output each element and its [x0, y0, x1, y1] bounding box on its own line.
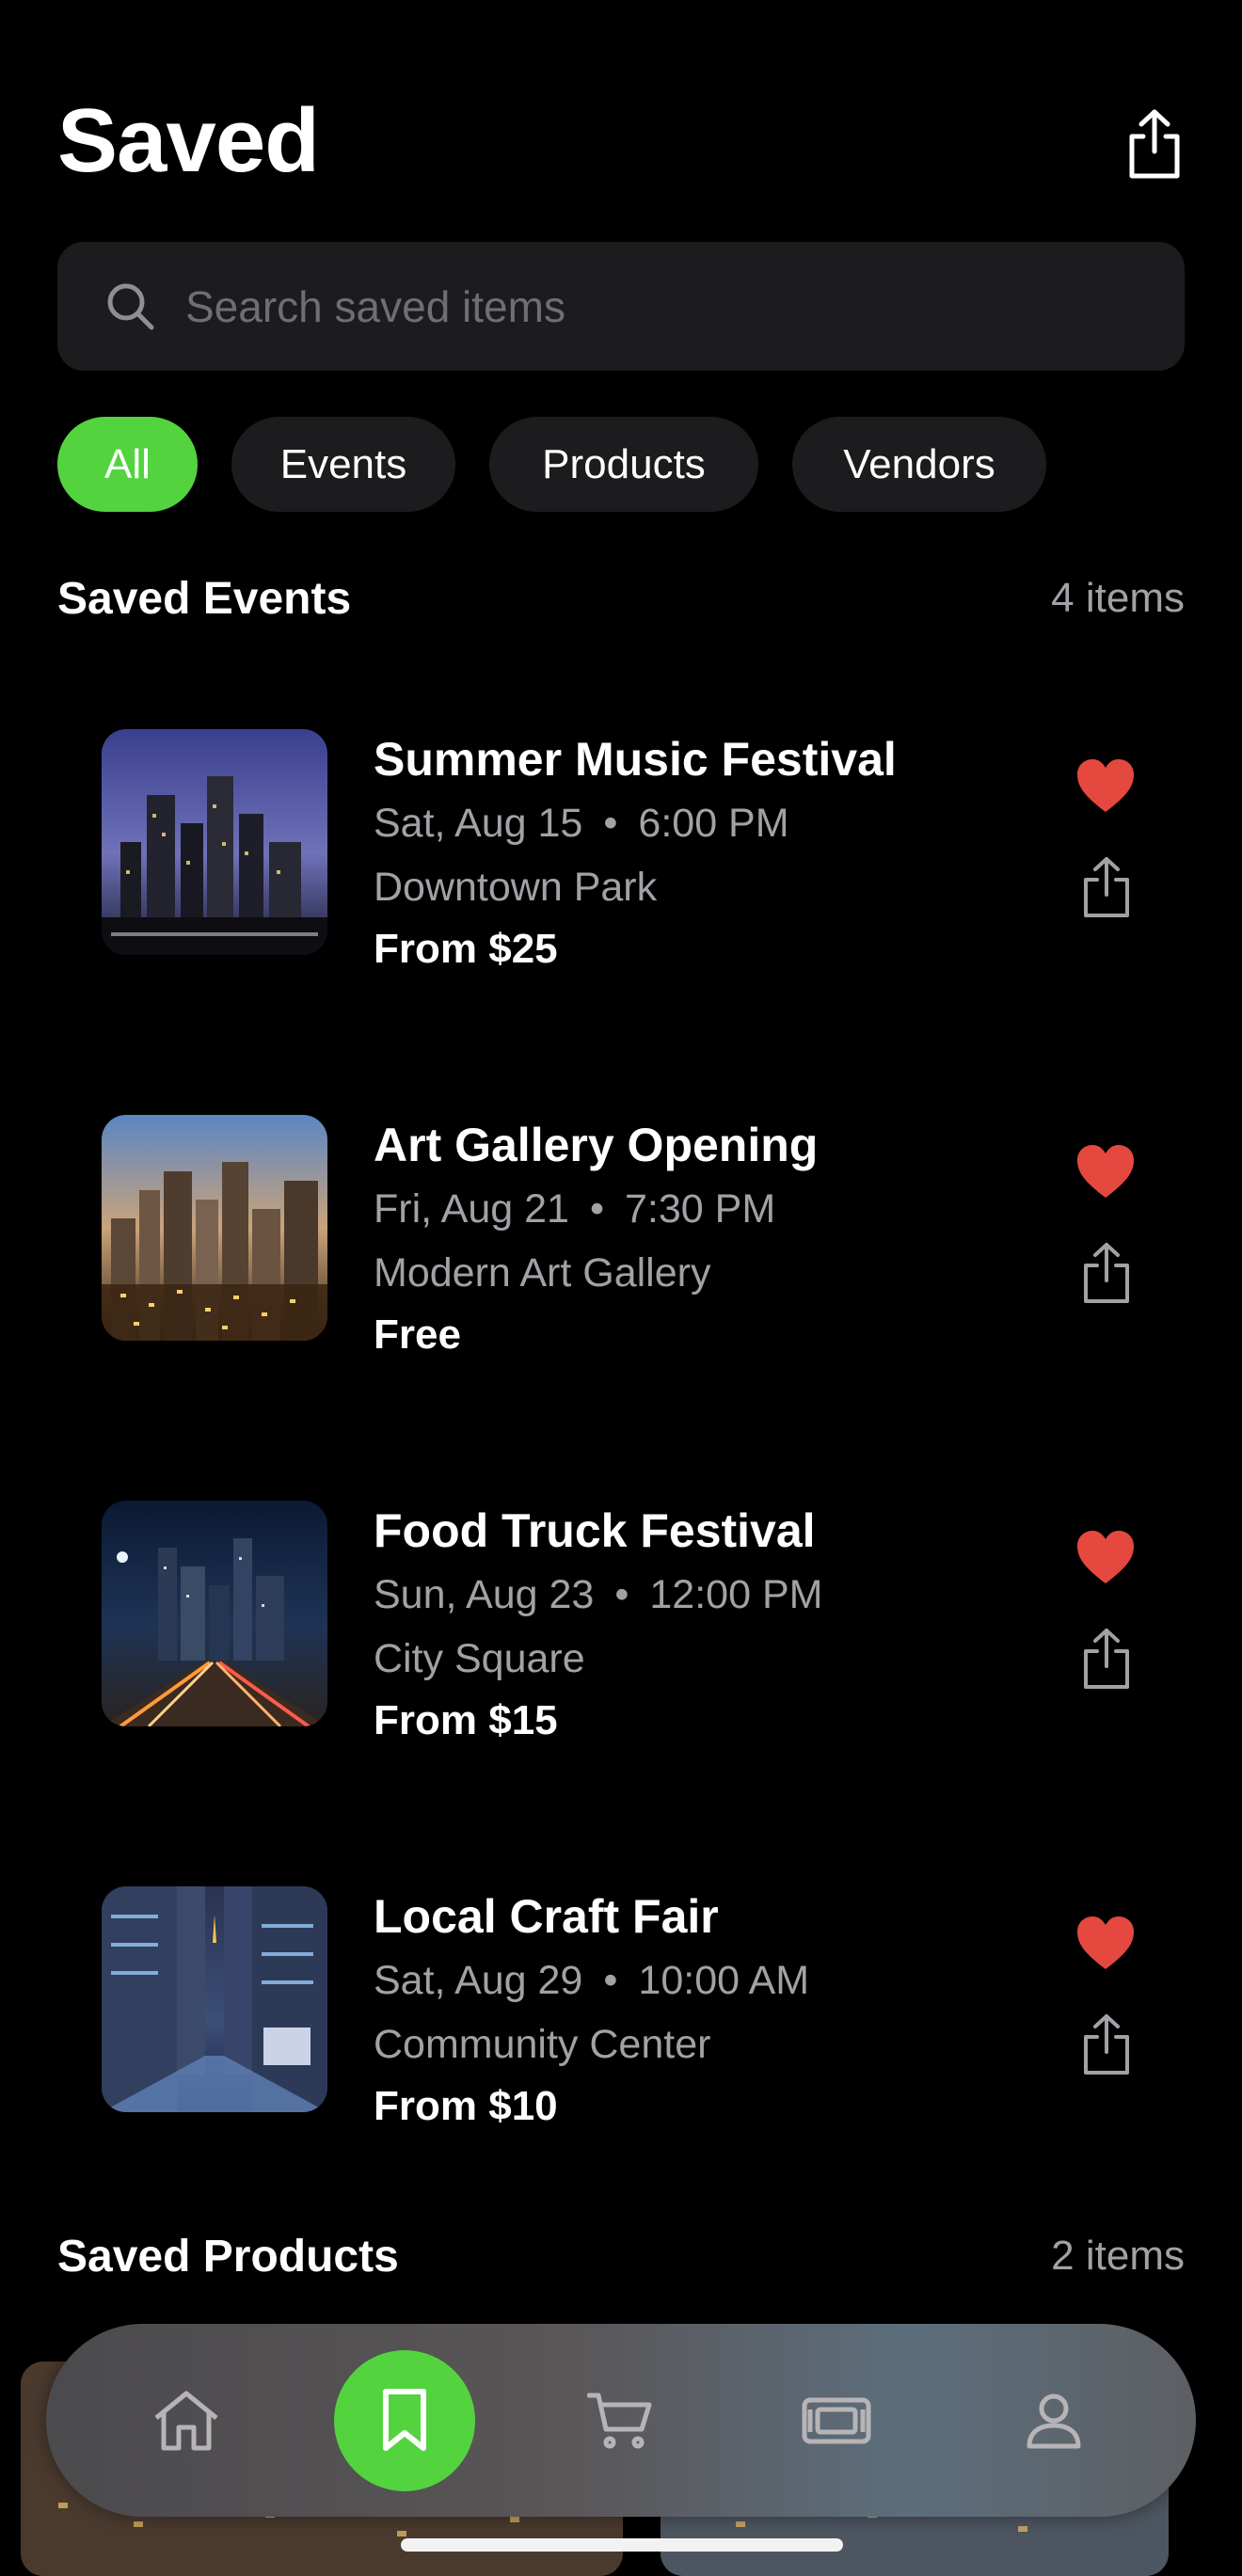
date-separator: •	[603, 801, 618, 846]
saved-events-header: Saved Events 4 items	[57, 570, 1185, 627]
home-icon[interactable]	[152, 2390, 220, 2452]
event-price: Free	[374, 1312, 461, 1358]
share-icon[interactable]	[1080, 855, 1133, 919]
event-title: Art Gallery Opening	[374, 1119, 819, 1171]
search-icon	[107, 283, 154, 329]
share-icon[interactable]	[1124, 108, 1185, 180]
event-card[interactable]: Food Truck Festival Sun, Aug 23 • 12:00 PM…	[102, 1501, 1184, 1745]
event-time: 6:00 PM	[638, 801, 789, 846]
section-count: 2 items	[1051, 2233, 1185, 2279]
date-separator: •	[603, 1958, 618, 2003]
filter-chip-products[interactable]: Products	[489, 417, 758, 512]
event-details: Art Gallery Opening Fri, Aug 21 • 7:30 PM …	[374, 1115, 818, 1361]
filter-chip-events[interactable]: Events	[231, 417, 455, 512]
event-datetime: Sun, Aug 23 • 12:00 PM	[374, 1568, 822, 1621]
page-title: Saved	[57, 90, 320, 191]
filter-chip-all[interactable]: All	[57, 417, 198, 512]
event-card[interactable]: Summer Music Festival Sat, Aug 15 • 6:00 P…	[102, 729, 1184, 974]
section-count: 4 items	[1051, 575, 1185, 621]
event-datetime: Sat, Aug 29 • 10:00 AM	[374, 1954, 809, 2007]
share-icon[interactable]	[1080, 2012, 1133, 2076]
heart-icon[interactable]	[1075, 1143, 1136, 1200]
event-day: Sun, Aug 23	[374, 1572, 595, 1617]
event-card[interactable]: Art Gallery Opening Fri, Aug 21 • 7:30 PM …	[102, 1115, 1184, 1360]
section-title: Saved Products	[57, 2231, 399, 2282]
event-details: Food Truck Festival Sun, Aug 23 • 12:00 PM…	[374, 1501, 822, 1747]
event-image	[102, 1501, 327, 1726]
event-day: Sat, Aug 29	[374, 1958, 583, 2003]
search-placeholder: Search saved items	[185, 281, 565, 331]
saved-products-header: Saved Products 2 items	[57, 2228, 1185, 2284]
date-separator: •	[614, 1572, 629, 1617]
share-icon[interactable]	[1080, 1241, 1133, 1305]
event-title: Food Truck Festival	[374, 1504, 816, 1557]
event-location: Modern Art Gallery	[374, 1250, 711, 1296]
header: Saved	[57, 89, 1185, 193]
event-title: Summer Music Festival	[374, 733, 897, 786]
event-price: From $15	[374, 1697, 558, 1743]
event-day: Fri, Aug 21	[374, 1186, 569, 1232]
event-location: City Square	[374, 1636, 585, 1681]
heart-icon[interactable]	[1075, 1529, 1136, 1585]
profile-icon[interactable]	[1026, 2392, 1082, 2450]
share-icon[interactable]	[1080, 1627, 1133, 1691]
heart-icon[interactable]	[1075, 1915, 1136, 1971]
tab-bar	[46, 2324, 1196, 2517]
event-location: Community Center	[374, 2022, 711, 2067]
event-price: From $10	[374, 2083, 558, 2129]
event-day: Sat, Aug 15	[374, 801, 583, 846]
event-card[interactable]: Local Craft Fair Sat, Aug 29 • 10:00 AM Co…	[102, 1886, 1184, 2131]
search-input[interactable]: Search saved items	[57, 242, 1185, 371]
cart-icon[interactable]	[587, 2392, 653, 2450]
bookmark-icon[interactable]	[334, 2349, 475, 2491]
event-datetime: Sat, Aug 15 • 6:00 PM	[374, 797, 897, 850]
event-title: Local Craft Fair	[374, 1890, 719, 1943]
event-time: 10:00 AM	[638, 1958, 810, 2003]
event-image	[102, 1886, 327, 2112]
heart-icon[interactable]	[1075, 757, 1136, 814]
event-image	[102, 1115, 327, 1341]
home-indicator	[401, 2538, 843, 2552]
section-title: Saved Events	[57, 573, 352, 624]
event-time: 12:00 PM	[649, 1572, 823, 1617]
event-datetime: Fri, Aug 21 • 7:30 PM	[374, 1183, 818, 1235]
ticket-icon[interactable]	[801, 2394, 872, 2447]
filter-chips: All Events Products Vendors	[57, 417, 1046, 512]
event-time: 7:30 PM	[625, 1186, 776, 1232]
event-details: Local Craft Fair Sat, Aug 29 • 10:00 AM Co…	[374, 1886, 809, 2133]
date-separator: •	[589, 1186, 605, 1232]
event-image	[102, 729, 327, 955]
event-price: From $25	[374, 926, 558, 972]
event-details: Summer Music Festival Sat, Aug 15 • 6:00 P…	[374, 729, 897, 976]
event-location: Downtown Park	[374, 865, 658, 910]
filter-chip-vendors[interactable]: Vendors	[792, 417, 1046, 512]
